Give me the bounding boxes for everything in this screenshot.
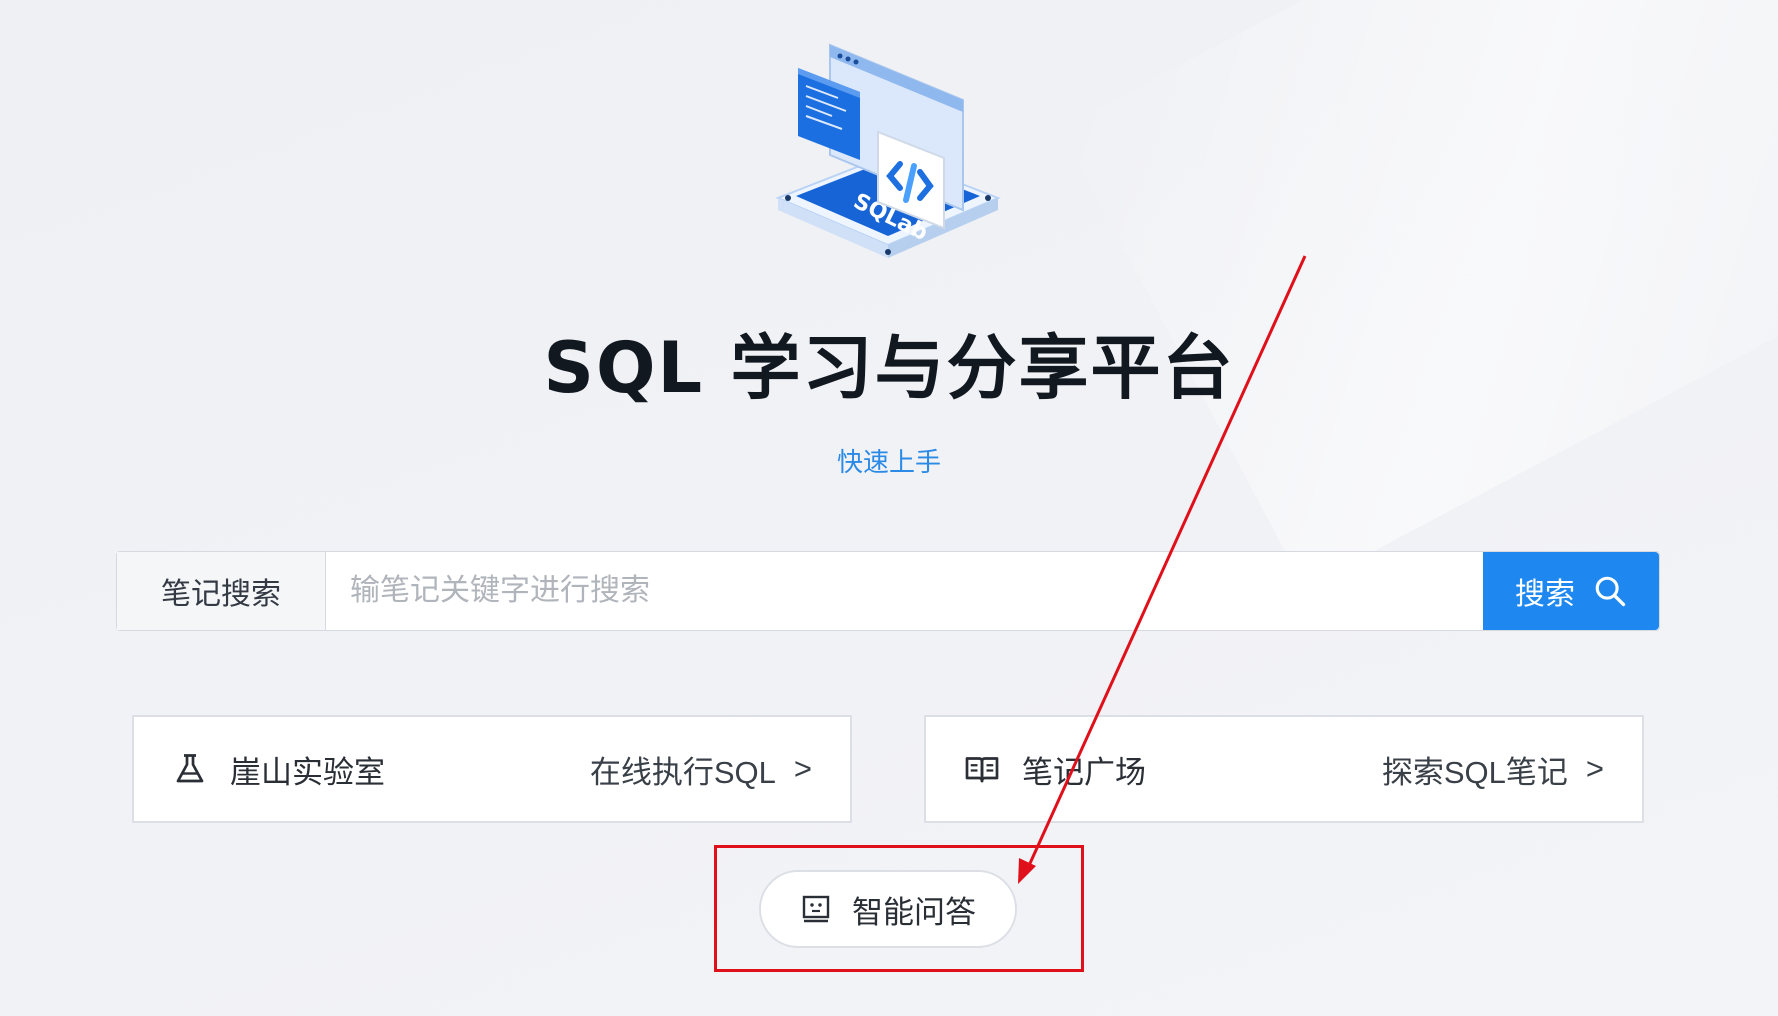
search-button-label: 搜索 xyxy=(1515,578,1575,611)
robot-icon xyxy=(802,895,830,923)
lab-card-label: 崖山实验室 xyxy=(230,754,385,790)
search-category-label: 笔记搜索 xyxy=(117,552,326,630)
search-input[interactable] xyxy=(326,552,1483,630)
lab-card[interactable]: 崖山实验室 在线执行SQL > xyxy=(132,715,852,823)
sqlab-logo: SQLab xyxy=(775,43,1001,258)
notes-card[interactable]: 笔记广场 探索SQL笔记 > xyxy=(924,715,1644,823)
search-button[interactable]: 搜索 xyxy=(1483,552,1659,630)
lab-card-link[interactable]: 在线执行SQL xyxy=(590,747,776,792)
notes-card-label: 笔记广场 xyxy=(1022,754,1146,790)
smart-qa-button[interactable]: 智能问答 xyxy=(759,870,1017,948)
quickstart-link[interactable]: 快速上手 xyxy=(0,442,1778,479)
chevron-right-icon: > xyxy=(1585,751,1604,786)
flask-icon xyxy=(176,754,204,783)
smart-qa-label: 智能问答 xyxy=(852,894,976,930)
book-icon xyxy=(965,757,999,783)
chevron-right-icon: > xyxy=(793,751,812,786)
search-icon xyxy=(1595,576,1626,607)
notes-card-link[interactable]: 探索SQL笔记 xyxy=(1382,747,1568,792)
page-title: SQL 学习与分享平台 xyxy=(543,327,1235,409)
note-search-bar: 笔记搜索 搜索 xyxy=(116,551,1660,631)
background-glow xyxy=(1060,0,1778,588)
